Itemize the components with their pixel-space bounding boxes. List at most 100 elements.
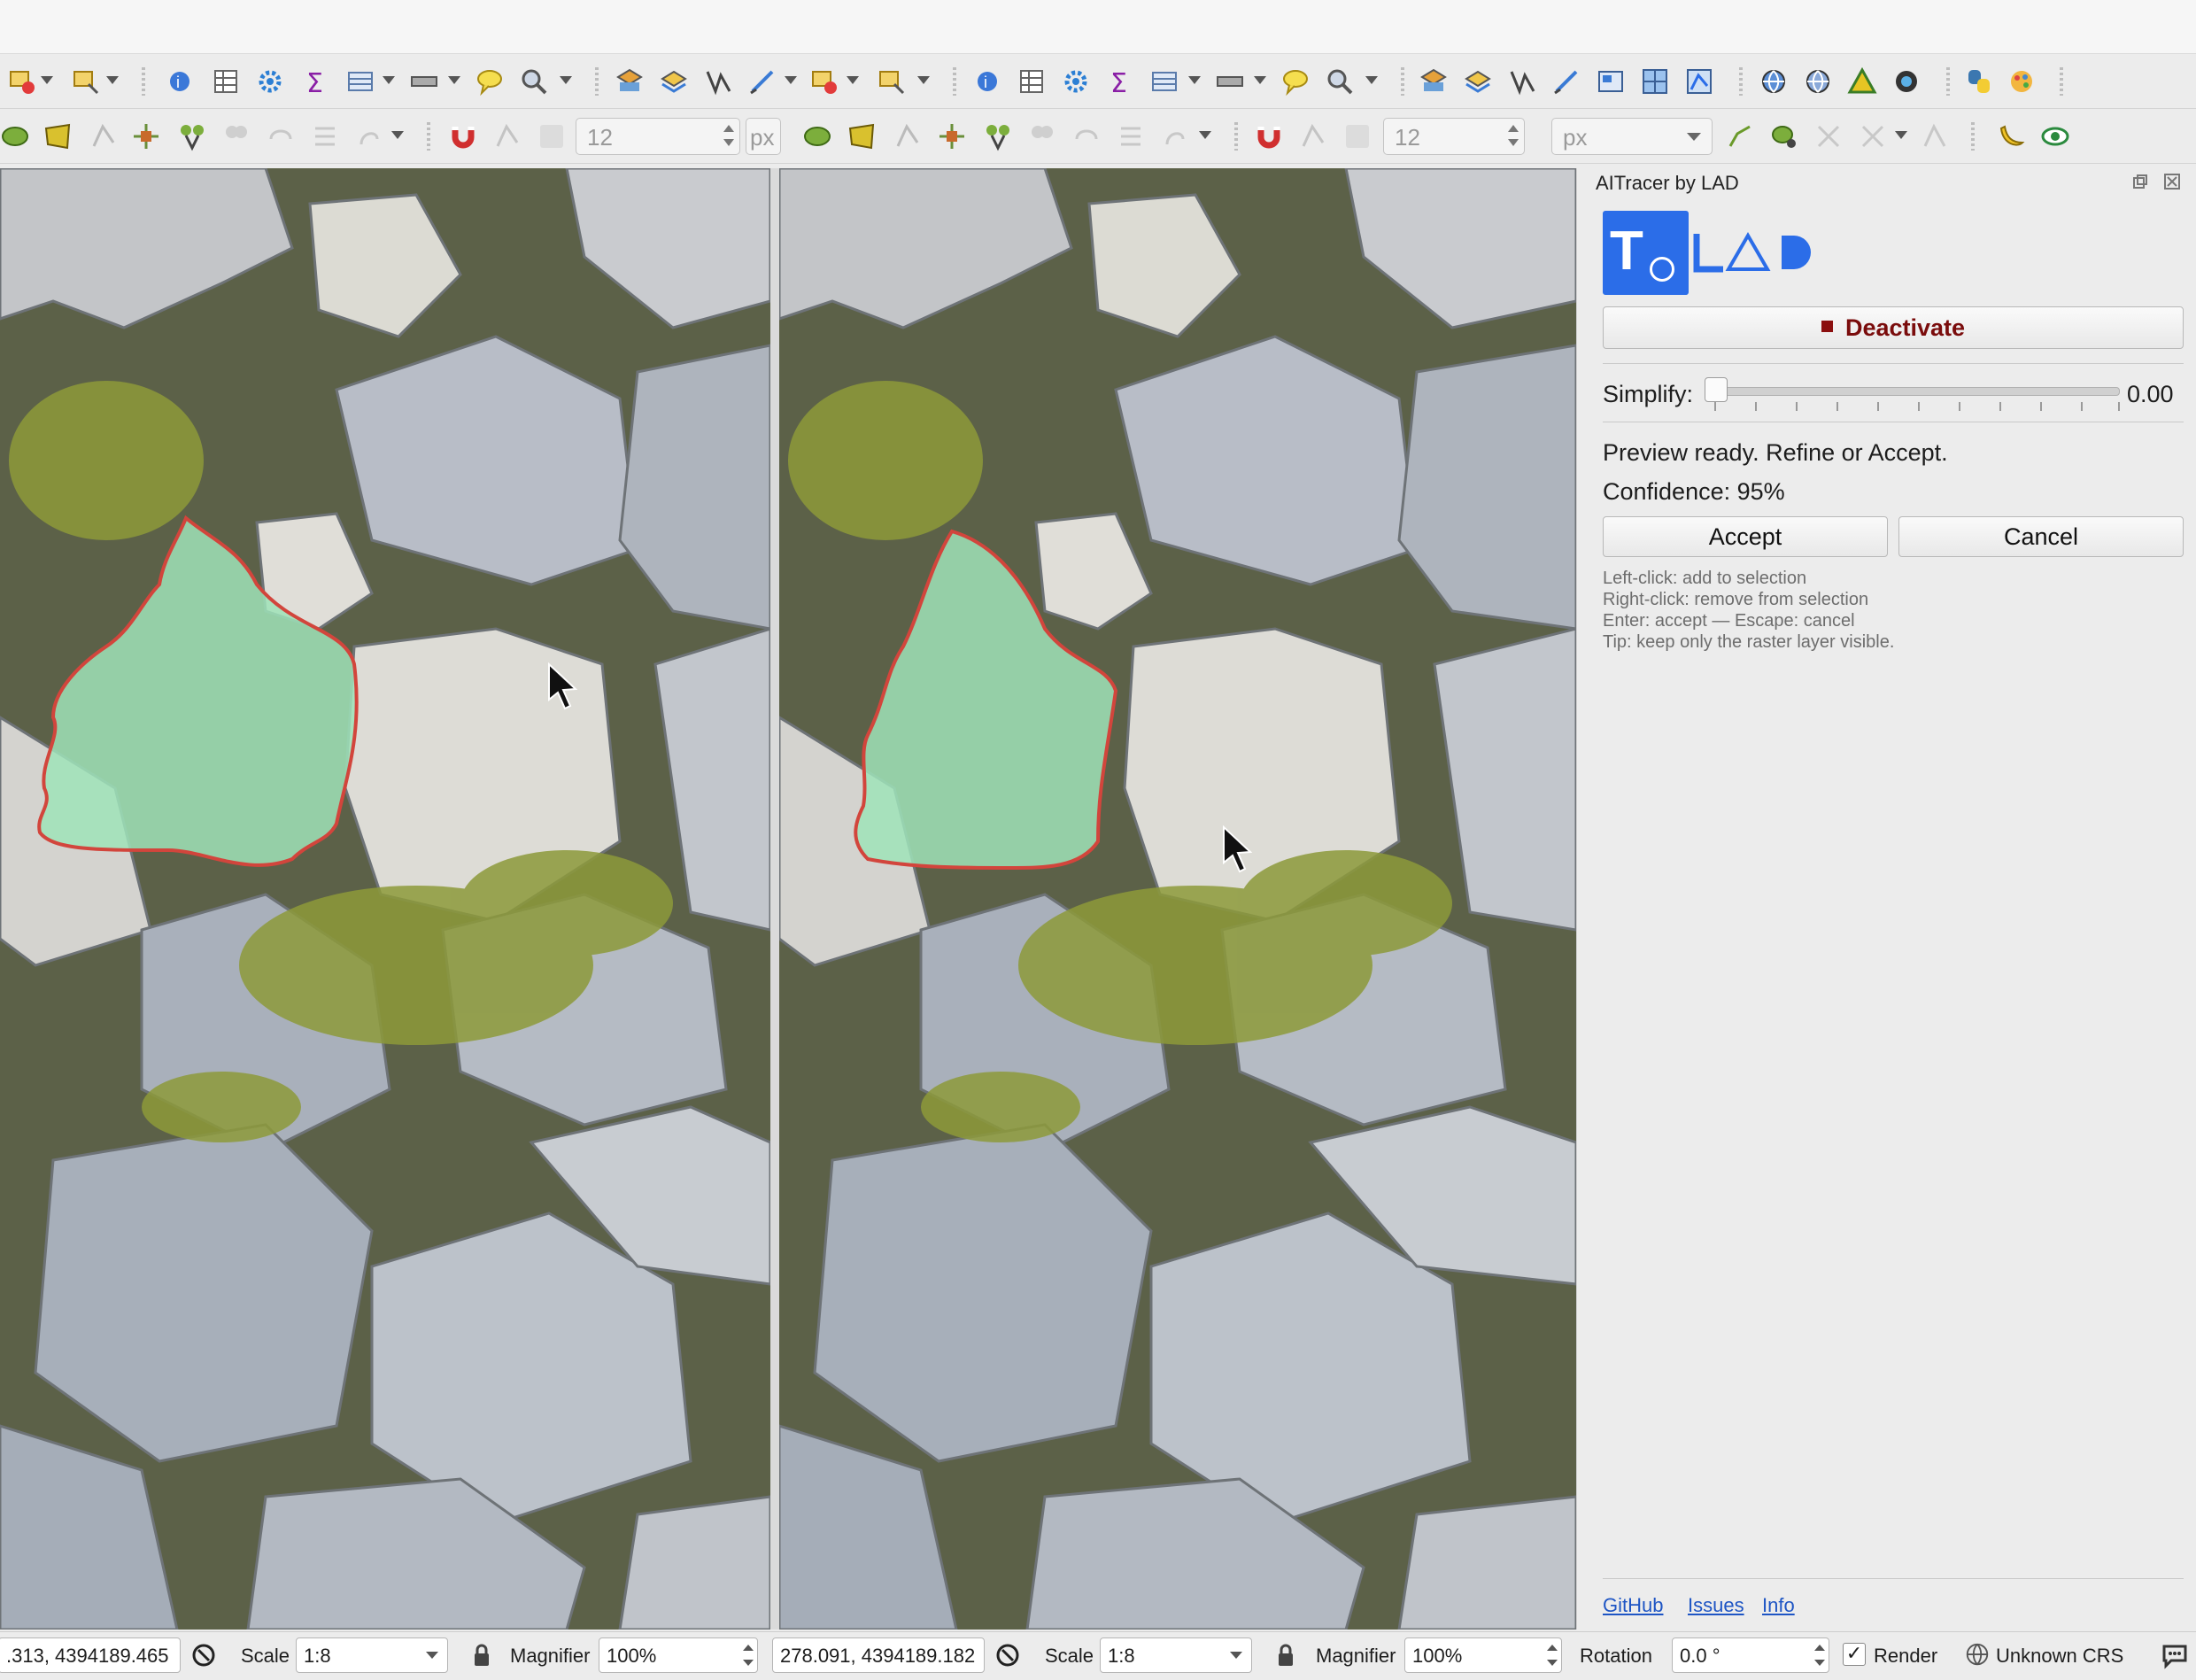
select-features-icon[interactable] — [809, 66, 839, 97]
split-icon[interactable] — [983, 121, 1013, 151]
simplify-slider-track[interactable] — [1711, 387, 2120, 396]
select-by-value-icon[interactable] — [877, 66, 907, 97]
eye-globe-icon[interactable] — [1891, 66, 1922, 97]
github-link[interactable]: GitHub — [1603, 1594, 1663, 1617]
python-icon[interactable] — [1964, 66, 1994, 97]
magnet-icon[interactable] — [1254, 121, 1284, 151]
scale-combo[interactable]: 1:8 — [296, 1637, 448, 1673]
split-icon[interactable] — [177, 121, 207, 151]
map-tips-icon[interactable] — [475, 66, 505, 97]
cancel-button[interactable]: Cancel — [1898, 516, 2184, 557]
rotation-spinbox[interactable]: 0.0 ° — [1672, 1637, 1829, 1673]
add-layer-icon[interactable] — [1463, 66, 1493, 97]
attribute-table-icon[interactable] — [211, 66, 241, 97]
node-tool-icon[interactable] — [0, 121, 30, 151]
sum-icon[interactable]: Σ — [301, 66, 331, 97]
float-dock-icon[interactable] — [2132, 174, 2148, 190]
topology-icon[interactable] — [1769, 121, 1799, 151]
chevron-down-icon[interactable] — [106, 76, 119, 84]
zoom-search-icon[interactable] — [519, 66, 549, 97]
sum-icon[interactable]: Σ — [1105, 66, 1135, 97]
map-split-divider[interactable] — [770, 168, 779, 1630]
lock-icon[interactable] — [1272, 1641, 1300, 1669]
chevron-down-icon[interactable] — [448, 76, 460, 84]
map-canvas-left[interactable] — [0, 168, 770, 1630]
chevron-down-icon[interactable] — [391, 131, 404, 139]
coordinate-field[interactable]: .313, 4394189.465 — [0, 1637, 181, 1673]
pen-icon[interactable] — [747, 66, 777, 97]
move-icon[interactable] — [937, 121, 967, 151]
spin-arrows-icon[interactable] — [1547, 1642, 1558, 1668]
polygon-icon[interactable] — [43, 121, 73, 151]
banana-icon[interactable] — [1996, 121, 2026, 151]
spin-arrows-icon[interactable] — [743, 1642, 754, 1668]
polygon-icon[interactable] — [847, 121, 877, 151]
layout-icon[interactable] — [1596, 66, 1626, 97]
magnifier-spinbox[interactable]: 100% — [1404, 1637, 1562, 1673]
map-canvas-right[interactable] — [779, 168, 1576, 1630]
measure-icon[interactable] — [409, 66, 439, 97]
identify-icon[interactable]: i — [972, 66, 1002, 97]
spin-arrows-icon[interactable] — [723, 121, 734, 150]
spin-arrows-icon[interactable] — [1508, 121, 1519, 150]
simplify-slider-handle[interactable] — [1705, 377, 1728, 402]
deactivate-button[interactable]: Deactivate — [1603, 306, 2184, 349]
crs-globe-icon[interactable] — [1964, 1641, 1991, 1668]
chevron-down-icon[interactable] — [917, 76, 930, 84]
chevron-down-icon[interactable] — [785, 76, 797, 84]
add-layer-icon[interactable] — [659, 66, 689, 97]
measure-icon[interactable] — [1215, 66, 1245, 97]
digitize-icon[interactable] — [703, 66, 733, 97]
select-features-icon[interactable] — [7, 66, 37, 97]
select-by-value-icon[interactable] — [71, 66, 101, 97]
snap-tolerance-field[interactable]: 12 — [576, 118, 740, 155]
lock-icon[interactable] — [468, 1641, 496, 1669]
chevron-down-icon[interactable] — [847, 76, 859, 84]
chevron-down-icon[interactable] — [560, 76, 572, 84]
raster-icon[interactable] — [1640, 66, 1670, 97]
info-link[interactable]: Info — [1762, 1594, 1795, 1617]
node-tool-icon[interactable] — [802, 121, 832, 151]
chevron-down-icon[interactable] — [1254, 76, 1266, 84]
close-icon[interactable] — [2164, 174, 2180, 190]
trace-icon[interactable] — [1725, 121, 1755, 151]
pen-icon[interactable] — [1551, 66, 1581, 97]
eye-icon[interactable] — [2040, 121, 2070, 151]
attribute-table-icon[interactable] — [1017, 66, 1047, 97]
field-table-icon[interactable] — [1149, 66, 1179, 97]
snap-unit-combo[interactable]: px — [1551, 118, 1713, 155]
spin-arrows-icon[interactable] — [1814, 1642, 1825, 1668]
coordinate-field[interactable]: 278.091, 4394189.182 — [772, 1637, 985, 1673]
chat-icon[interactable] — [2161, 1641, 2189, 1669]
messages-icon[interactable] — [189, 1641, 218, 1669]
chevron-down-icon[interactable] — [41, 76, 53, 84]
chevron-down-icon[interactable] — [1188, 76, 1201, 84]
map-tips-icon[interactable] — [1280, 66, 1311, 97]
render-checkbox[interactable]: ✓ — [1843, 1643, 1866, 1666]
new-layer-icon[interactable] — [615, 66, 645, 97]
chevron-down-icon[interactable] — [1199, 131, 1211, 139]
move-icon[interactable] — [131, 121, 161, 151]
globe-icon[interactable] — [1803, 66, 1833, 97]
chevron-down-icon[interactable] — [383, 76, 395, 84]
magnifier-spinbox[interactable]: 100% — [599, 1637, 758, 1673]
new-layer-icon[interactable] — [1419, 66, 1449, 97]
snap-tolerance-field[interactable]: 12 — [1383, 118, 1525, 155]
digitize-icon[interactable] — [1507, 66, 1537, 97]
messages-icon[interactable] — [994, 1641, 1022, 1669]
scale-combo[interactable]: 1:8 — [1100, 1637, 1252, 1673]
chevron-down-icon[interactable] — [1365, 76, 1378, 84]
accept-button[interactable]: Accept — [1603, 516, 1888, 557]
zoom-search-icon[interactable] — [1325, 66, 1355, 97]
globe-icon[interactable] — [1759, 66, 1789, 97]
issues-link[interactable]: Issues — [1688, 1594, 1744, 1617]
snap-unit-combo[interactable]: px — [746, 118, 781, 155]
field-table-icon[interactable] — [345, 66, 375, 97]
vector-icon[interactable] — [1684, 66, 1714, 97]
crs-label[interactable]: Unknown CRS — [1996, 1645, 2123, 1668]
plugin-icon[interactable] — [2007, 66, 2037, 97]
magnet-icon[interactable] — [448, 121, 478, 151]
settings-gear-icon[interactable] — [255, 66, 285, 97]
chevron-down-icon[interactable] — [1895, 131, 1907, 139]
identify-icon[interactable]: i — [165, 66, 195, 97]
